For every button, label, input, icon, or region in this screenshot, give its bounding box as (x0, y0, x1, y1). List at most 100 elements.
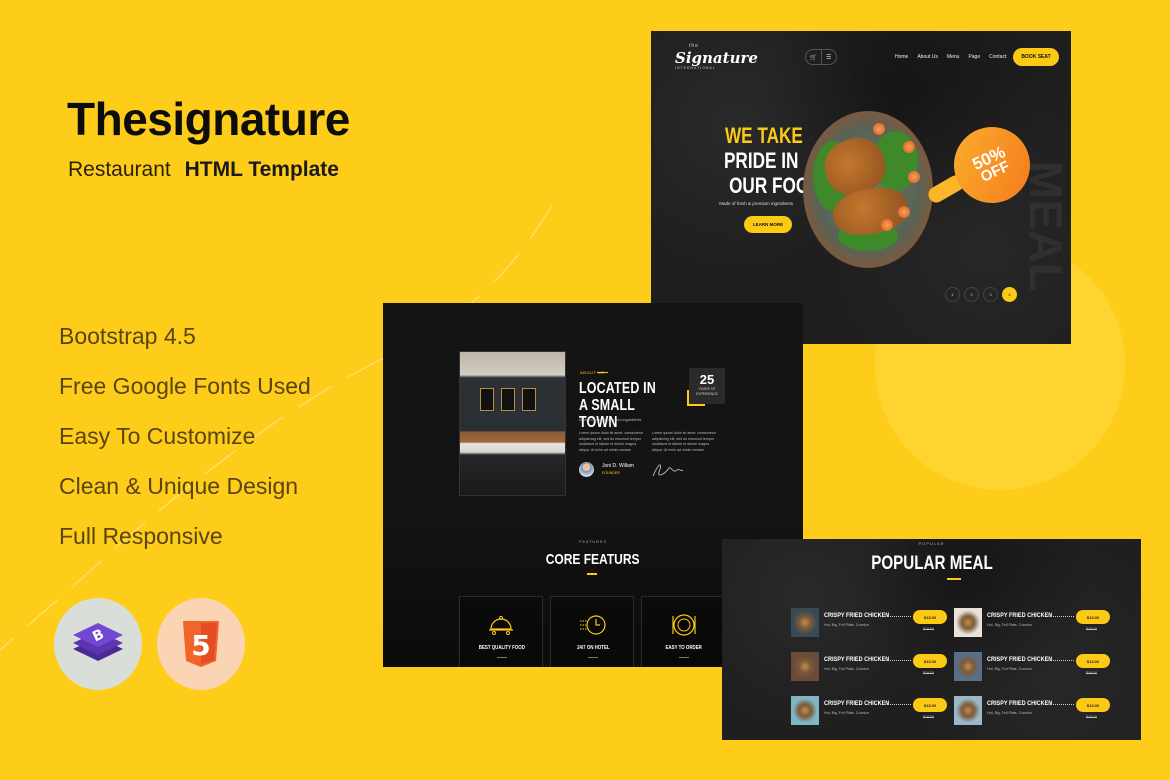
meal-thumbnail (954, 696, 982, 725)
feature-label: BEST QUALITY FOOD (478, 645, 526, 651)
meal-price[interactable]: $13.00 (1076, 610, 1110, 624)
meal-old-price: $18.00 (923, 627, 934, 631)
about-subtitle: Made of fresh & premium ingredients (579, 418, 642, 422)
popular-underline (947, 578, 961, 580)
menu-icon[interactable]: ☰ (822, 50, 837, 64)
nav-contact[interactable]: Contact (989, 54, 1006, 60)
meal-dots (1050, 660, 1074, 661)
meal-item[interactable]: CRISPY FRIED CHICKEN Hot, Big, Full Plat… (791, 696, 951, 726)
meal-item[interactable]: CRISPY FRIED CHICKEN Hot, Big, Full Plat… (954, 608, 1114, 638)
subtitle-light: Restaurant (68, 158, 171, 181)
nav-page[interactable]: Page (968, 54, 980, 60)
features-underline (587, 573, 597, 575)
html5-badge: 5 (157, 598, 245, 690)
meal-thumbnail (954, 652, 982, 681)
meal-desc: Hot, Big, Full Plate, Coonice (824, 623, 869, 627)
feature-item: Easy To Customize (59, 423, 256, 449)
feature-item: Free Google Fonts Used (59, 373, 311, 399)
headline-line2: PRIDE IN (723, 148, 799, 173)
meal-price[interactable]: $13.00 (913, 610, 947, 624)
meal-old-price: $18.00 (1086, 715, 1097, 719)
signature-image (652, 464, 684, 477)
feature-dash (497, 657, 507, 658)
hero-headline: WE TAKE PRIDE IN OUR FOOD (703, 123, 822, 198)
meal-desc: Hot, Big, Full Plate, Coonice (987, 623, 1032, 627)
feature-dash (679, 657, 689, 658)
meal-thumbnail (954, 608, 982, 637)
html5-icon: 5 (183, 621, 219, 667)
meal-dots (887, 704, 911, 705)
meal-price[interactable]: $13.00 (913, 698, 947, 712)
meal-thumbnail (791, 652, 819, 681)
about-paragraph: Lorem ipsum dolor sit amet, consectetur … (652, 431, 716, 452)
bootstrap-badge: B (54, 598, 142, 690)
founder-name: Joni D. Willam (602, 463, 634, 469)
meal-desc: Hot, Big, Full Plate, Coonice (824, 711, 869, 715)
slider-pagination: 1 2 3 4 (945, 287, 1017, 302)
meal-price[interactable]: $13.00 (913, 654, 947, 668)
experience-years: 25 (699, 372, 715, 387)
book-seat-button[interactable]: BOOK SEAT (1013, 48, 1059, 66)
popular-title: POPULAR MEAL (870, 553, 993, 574)
food-plate-image (803, 111, 933, 268)
feature-item: Clean & Unique Design (59, 473, 299, 499)
hero-tagline: Made of fresh & premium ingredients (719, 201, 793, 206)
experience-box: 25 YEARS OF EXPERIENCE (689, 368, 725, 404)
meal-thumbnail (791, 696, 819, 725)
cart-icon[interactable]: 🛒 (806, 50, 822, 64)
founder-avatar (579, 462, 594, 477)
headline-accent: WE TAKE (724, 123, 803, 148)
popular-meal-preview: POPULAR POPULAR MEAL CRISPY FRIED CHICKE… (722, 539, 1141, 740)
about-paragraph: Lorem ipsum dolor sit amet, consectetur … (579, 431, 643, 452)
popular-kicker: POPULAR (918, 541, 945, 546)
page-button[interactable]: 2 (964, 287, 979, 302)
feature-list: Bootstrap 4.5 Free Google Fonts Used Eas… (59, 320, 311, 570)
site-logo[interactable]: the Signature INTERNATIONAL (675, 43, 758, 70)
meal-desc: Hot, Big, Full Plate, Coonice (987, 667, 1032, 671)
nav-about[interactable]: About Us (917, 54, 938, 60)
feature-item: Bootstrap 4.5 (59, 323, 196, 349)
product-subtitle: Restaurant HTML Template (68, 158, 339, 182)
feature-card[interactable]: 24/7 ON HOTEL (550, 596, 634, 667)
meal-desc: Hot, Big, Full Plate, Coonice (824, 667, 869, 671)
learn-more-button[interactable]: LEARN MORE (744, 216, 792, 233)
meal-thumbnail (791, 608, 819, 637)
kicker-line (597, 372, 608, 373)
feature-card[interactable]: EASY TO ORDER (641, 596, 725, 667)
feature-card[interactable]: BEST QUALITY FOOD (459, 596, 543, 667)
page-button-active[interactable]: 4 (1002, 287, 1017, 302)
meal-item[interactable]: CRISPY FRIED CHICKEN Hot, Big, Full Plat… (954, 652, 1114, 682)
nav-home[interactable]: Home (895, 54, 908, 60)
logo-text: Signature (675, 49, 758, 67)
meal-item[interactable]: CRISPY FRIED CHICKEN Hot, Big, Full Plat… (791, 652, 951, 682)
founder-role: FOUNDER (602, 471, 620, 475)
header-icon-group: 🛒 ☰ (805, 49, 837, 65)
meal-item[interactable]: CRISPY FRIED CHICKEN Hot, Big, Full Plat… (791, 608, 951, 638)
meal-old-price: $18.00 (923, 671, 934, 675)
meal-price[interactable]: $13.00 (1076, 698, 1110, 712)
nav-menu[interactable]: Menu (947, 54, 960, 60)
main-nav: Home About Us Menu Page Contact (895, 54, 1006, 60)
meal-dots (887, 660, 911, 661)
feature-label: 24/7 ON HOTEL (576, 645, 610, 651)
feature-item: Full Responsive (59, 523, 223, 549)
feature-dash (588, 657, 598, 658)
product-title: Thesignature (67, 93, 350, 145)
meal-dots (1050, 616, 1074, 617)
page-button[interactable]: 1 (945, 287, 960, 302)
meal-old-price: $18.00 (1086, 671, 1097, 675)
meal-old-price: $18.00 (1086, 627, 1097, 631)
bootstrap-icon: B (73, 623, 123, 661)
hero-preview: the Signature INTERNATIONAL 🛒 ☰ Home Abo… (651, 31, 1071, 344)
meal-price[interactable]: $13.00 (1076, 654, 1110, 668)
cafe-photo (459, 351, 566, 496)
plate-cutlery-icon (672, 614, 696, 636)
meal-item[interactable]: CRISPY FRIED CHICKEN Hot, Big, Full Plat… (954, 696, 1114, 726)
experience-label: YEARS OF EXPERIENCE (696, 387, 718, 396)
page-button[interactable]: 3 (983, 287, 998, 302)
meal-dots (887, 616, 911, 617)
about-heading: LOCATED IN A SMALL TOWN (579, 380, 656, 431)
subtitle-bold: HTML Template (184, 158, 339, 181)
cloche-icon (489, 616, 513, 635)
clock-icon (580, 615, 606, 635)
